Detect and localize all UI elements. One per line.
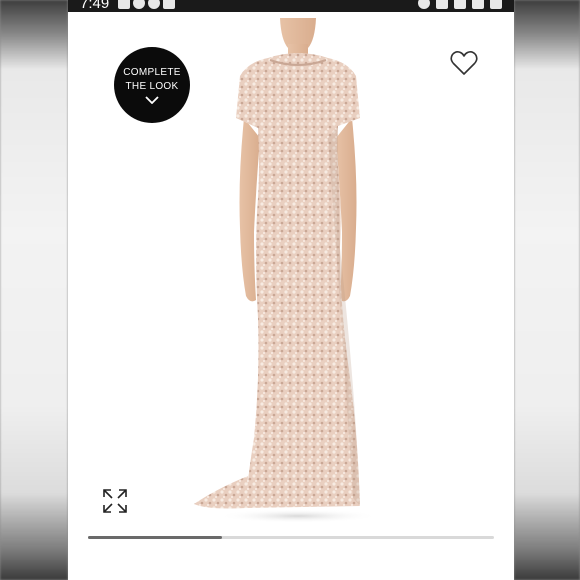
gallery-icon (163, 0, 175, 9)
complete-the-look-button[interactable]: COMPLETE THE LOOK (114, 47, 190, 123)
background-blur-left (0, 0, 68, 580)
messenger-icon (148, 0, 160, 9)
status-time: 7:49 (80, 0, 110, 12)
battery-icon (490, 0, 502, 9)
complete-look-line1: COMPLETE (123, 67, 181, 78)
signal-icon (472, 0, 484, 9)
status-bar: 7:49 (68, 0, 514, 12)
product-image-area[interactable]: COMPLETE THE LOOK (68, 12, 514, 526)
phone-screen: 7:49 COMPLETE THE LOOK (68, 0, 514, 580)
expand-arrows-icon[interactable] (102, 488, 128, 514)
chevron-down-icon (145, 96, 159, 104)
background-blur-right (514, 0, 580, 580)
wifi-icon (454, 0, 466, 9)
chat-icon (133, 0, 145, 9)
complete-look-line2: THE LOOK (125, 81, 179, 92)
heart-outline-icon[interactable] (450, 50, 478, 76)
photo-icon (118, 0, 130, 9)
carousel-progress-fill (88, 536, 222, 539)
carousel-progress-track (88, 536, 494, 539)
face-icon (418, 0, 430, 9)
status-left-icons (118, 0, 175, 9)
mute-icon (436, 0, 448, 9)
product-gown-image (194, 18, 378, 523)
status-right-icons (418, 0, 502, 9)
